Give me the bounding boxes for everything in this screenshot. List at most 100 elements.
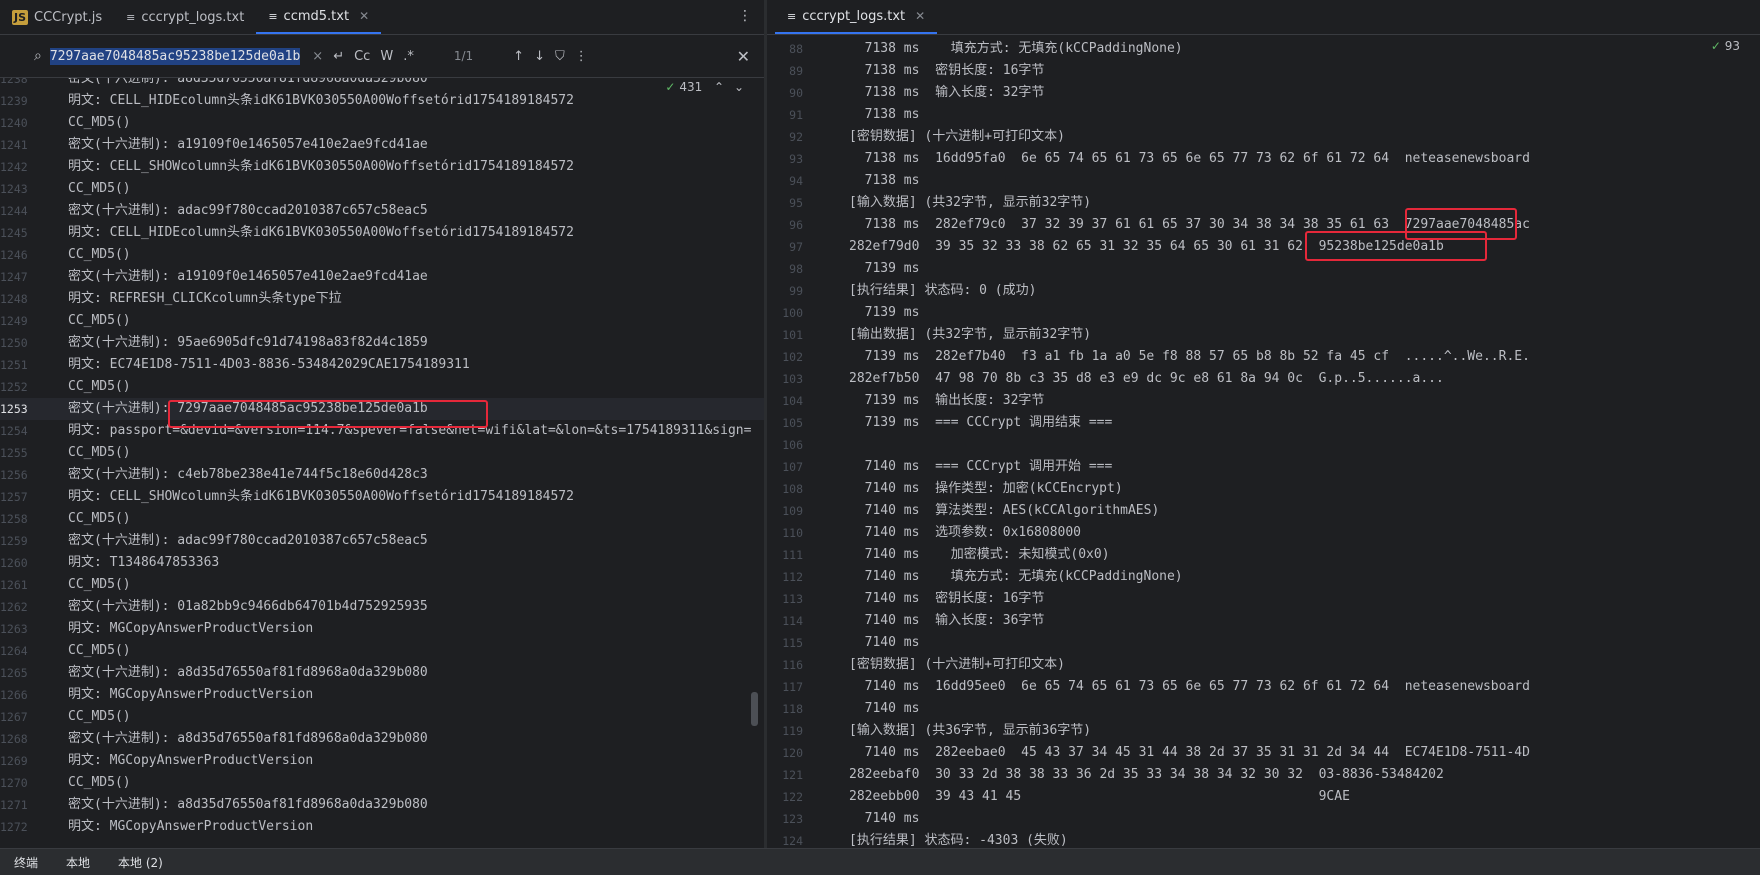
- code-line[interactable]: 1258 CC_MD5(): [0, 508, 764, 530]
- more-options-icon[interactable]: ⋮: [575, 49, 588, 64]
- more-tabs-icon[interactable]: ⋮: [738, 8, 752, 24]
- code-line[interactable]: 119 [输入数据] (共36字节, 显示前36字节): [767, 720, 1760, 742]
- code-line[interactable]: 124 [执行结果] 状态码: -4303 (失败): [767, 830, 1760, 848]
- code-line[interactable]: 122 282eebb00 39 43 41 45 9CAE: [767, 786, 1760, 808]
- code-line[interactable]: 1268 密文(十六进制): a8d35d76550af81fd8968a0da3…: [0, 728, 764, 750]
- line-text: 密文(十六进制): 7297aae7048485ac95238be125de0a…: [68, 401, 428, 416]
- code-line[interactable]: 1254 明文: passport=&devid=&version=114.7&s…: [0, 420, 764, 442]
- code-line[interactable]: 1269 明文: MGCopyAnswerProductVersion: [0, 750, 764, 772]
- code-line[interactable]: 89 7138 ms 密钥长度: 16字节: [767, 60, 1760, 82]
- tab-cccrypt-logs-right[interactable]: ≡ cccrypt_logs.txt ✕: [775, 0, 938, 34]
- code-line[interactable]: 108 7140 ms 操作类型: 加密(kCCEncrypt): [767, 478, 1760, 500]
- code-line[interactable]: 115 7140 ms: [767, 632, 1760, 654]
- code-line[interactable]: 1257 明文: CELL_SHOWcolumn头条idK61BVK030550A…: [0, 486, 764, 508]
- filter-icon[interactable]: ⛉: [555, 49, 565, 64]
- code-line[interactable]: 106: [767, 434, 1760, 456]
- code-line[interactable]: 121 282eebaf0 30 33 2d 38 38 33 36 2d 35 …: [767, 764, 1760, 786]
- code-line[interactable]: 104 7139 ms 输出长度: 32字节: [767, 390, 1760, 412]
- code-line[interactable]: 95 [输入数据] (共32字节, 显示前32字节): [767, 192, 1760, 214]
- search-icon[interactable]: ⌕: [34, 48, 42, 64]
- previous-match-icon[interactable]: ↑: [513, 49, 524, 64]
- code-line[interactable]: 1252 CC_MD5(): [0, 376, 764, 398]
- next-match-icon[interactable]: ↓: [534, 49, 545, 64]
- code-line[interactable]: 1253 密文(十六进制): 7297aae7048485ac95238be125…: [0, 398, 764, 420]
- code-line[interactable]: 90 7138 ms 输入长度: 32字节: [767, 82, 1760, 104]
- code-line[interactable]: 110 7140 ms 选项参数: 0x16808000: [767, 522, 1760, 544]
- regex-toggle[interactable]: .*: [403, 49, 414, 64]
- code-line[interactable]: 93 7138 ms 16dd95fa0 6e 65 74 65 61 73 6…: [767, 148, 1760, 170]
- close-tab-icon[interactable]: ✕: [915, 9, 925, 23]
- code-line[interactable]: 120 7140 ms 282eebae0 45 43 37 34 45 31 …: [767, 742, 1760, 764]
- code-line[interactable]: 109 7140 ms 算法类型: AES(kCCAlgorithmAES): [767, 500, 1760, 522]
- whole-words-toggle[interactable]: W: [380, 49, 393, 64]
- code-line[interactable]: 98 7139 ms: [767, 258, 1760, 280]
- code-line[interactable]: 1262 密文(十六进制): 01a82bb9c9466db64701b4d752…: [0, 596, 764, 618]
- local-tab[interactable]: 本地: [52, 854, 104, 871]
- code-line[interactable]: 123 7140 ms: [767, 808, 1760, 830]
- code-line[interactable]: 101 [输出数据] (共32字节, 显示前32字节): [767, 324, 1760, 346]
- code-line[interactable]: 102 7139 ms 282ef7b40 f3 a1 fb 1a a0 5e …: [767, 346, 1760, 368]
- code-line[interactable]: 1244 密文(十六进制): adac99f780ccad2010387c657c…: [0, 200, 764, 222]
- tab-cccrypt-js[interactable]: JS CCCrypt.js: [0, 0, 114, 34]
- local-2-tab[interactable]: 本地 (2): [104, 854, 177, 871]
- code-line[interactable]: 1266 明文: MGCopyAnswerProductVersion: [0, 684, 764, 706]
- code-line[interactable]: 105 7139 ms === CCCrypt 调用结束 ===: [767, 412, 1760, 434]
- code-line[interactable]: 1245 明文: CELL_HIDEcolumn头条idK61BVK030550A…: [0, 222, 764, 244]
- code-line[interactable]: 113 7140 ms 密钥长度: 16字节: [767, 588, 1760, 610]
- code-line[interactable]: 118 7140 ms: [767, 698, 1760, 720]
- code-line[interactable]: 1250 密文(十六进制): 95ae6905dfc91d74198a83f82d…: [0, 332, 764, 354]
- tab-cccrypt-logs[interactable]: ≡ cccrypt_logs.txt: [114, 0, 256, 34]
- code-line[interactable]: 1260 明文: T1348647853363: [0, 552, 764, 574]
- code-line[interactable]: 1249 CC_MD5(): [0, 310, 764, 332]
- code-line[interactable]: 94 7138 ms: [767, 170, 1760, 192]
- code-line[interactable]: 88 7138 ms 填充方式: 无填充(kCCPaddingNone): [767, 38, 1760, 60]
- code-line[interactable]: 112 7140 ms 填充方式: 无填充(kCCPaddingNone): [767, 566, 1760, 588]
- code-line[interactable]: 1263 明文: MGCopyAnswerProductVersion: [0, 618, 764, 640]
- code-line[interactable]: 1240 CC_MD5(): [0, 112, 764, 134]
- code-line[interactable]: 1271 密文(十六进制): a8d35d76550af81fd8968a0da3…: [0, 794, 764, 816]
- code-line[interactable]: 1261 CC_MD5(): [0, 574, 764, 596]
- code-line[interactable]: 1242 明文: CELL_SHOWcolumn头条idK61BVK030550A…: [0, 156, 764, 178]
- code-line[interactable]: 117 7140 ms 16dd95ee0 6e 65 74 65 61 73 …: [767, 676, 1760, 698]
- code-line[interactable]: 1259 密文(十六进制): adac99f780ccad2010387c657c…: [0, 530, 764, 552]
- close-tab-icon[interactable]: ✕: [359, 9, 369, 23]
- code-line[interactable]: 1264 CC_MD5(): [0, 640, 764, 662]
- code-line[interactable]: 114 7140 ms 输入长度: 36字节: [767, 610, 1760, 632]
- code-line[interactable]: 1270 CC_MD5(): [0, 772, 764, 794]
- code-line[interactable]: 92 [密钥数据] (十六进制+可打印文本): [767, 126, 1760, 148]
- code-line[interactable]: 111 7140 ms 加密模式: 未知模式(0x0): [767, 544, 1760, 566]
- code-line[interactable]: 96 7138 ms 282ef79c0 37 32 39 37 61 61 6…: [767, 214, 1760, 236]
- code-line[interactable]: 1265 密文(十六进制): a8d35d76550af81fd8968a0da3…: [0, 662, 764, 684]
- clear-search-icon[interactable]: ×: [312, 49, 323, 64]
- code-line[interactable]: 91 7138 ms: [767, 104, 1760, 126]
- line-number: 1259: [0, 534, 28, 548]
- code-line[interactable]: 99 [执行结果] 状态码: 0 (成功): [767, 280, 1760, 302]
- code-line[interactable]: 100 7139 ms: [767, 302, 1760, 324]
- line-text: [输入数据] (共36字节, 显示前36字节): [849, 723, 1092, 738]
- code-line[interactable]: 1246 CC_MD5(): [0, 244, 764, 266]
- code-line[interactable]: 1248 明文: REFRESH_CLICKcolumn头条type下拉: [0, 288, 764, 310]
- code-line[interactable]: 1241 密文(十六进制): a19109f0e1465057e410e2ae9f…: [0, 134, 764, 156]
- code-line[interactable]: 1255 CC_MD5(): [0, 442, 764, 464]
- line-number: 115: [782, 636, 803, 650]
- search-input[interactable]: 7297aae7048485ac95238be125de0a1b: [49, 47, 301, 65]
- code-line[interactable]: 97 282ef79d0 39 35 32 33 38 62 65 31 32 3…: [767, 236, 1760, 258]
- code-line[interactable]: 103 282ef7b50 47 98 70 8b c3 35 d8 e3 e9 …: [767, 368, 1760, 390]
- code-line[interactable]: 1247 密文(十六进制): a19109f0e1465057e410e2ae9f…: [0, 266, 764, 288]
- terminal-tab[interactable]: 终端: [0, 854, 52, 871]
- left-editor[interactable]: ✓ 431 ⌃ ⌄ 1238 密文(十六进制): a8d35d76550af81f…: [0, 78, 764, 848]
- history-icon[interactable]: ↵: [333, 49, 344, 64]
- close-search-icon[interactable]: ✕: [737, 47, 750, 66]
- code-line[interactable]: 1239 明文: CELL_HIDEcolumn头条idK61BVK030550A…: [0, 90, 764, 112]
- code-line[interactable]: 1243 CC_MD5(): [0, 178, 764, 200]
- code-line[interactable]: 1272 明文: MGCopyAnswerProductVersion: [0, 816, 764, 838]
- right-editor[interactable]: ✓ 93 88 7138 ms 填充方式: 无填充(kCCPaddingNone…: [767, 35, 1760, 848]
- code-line[interactable]: 1256 密文(十六进制): c4eb78be238e41e744f5c18e60…: [0, 464, 764, 486]
- code-line[interactable]: 1267 CC_MD5(): [0, 706, 764, 728]
- tab-ccmd5[interactable]: ≡ ccmd5.txt ✕: [256, 0, 382, 34]
- code-line[interactable]: 116 [密钥数据] (十六进制+可打印文本): [767, 654, 1760, 676]
- code-line[interactable]: 1251 明文: EC74E1D8-7511-4D03-8836-53484202…: [0, 354, 764, 376]
- match-case-toggle[interactable]: Cc: [354, 49, 370, 64]
- code-line[interactable]: 1238 密文(十六进制): a8d35d76550af81fd8968a0da3…: [0, 78, 764, 90]
- code-line[interactable]: 107 7140 ms === CCCrypt 调用开始 ===: [767, 456, 1760, 478]
